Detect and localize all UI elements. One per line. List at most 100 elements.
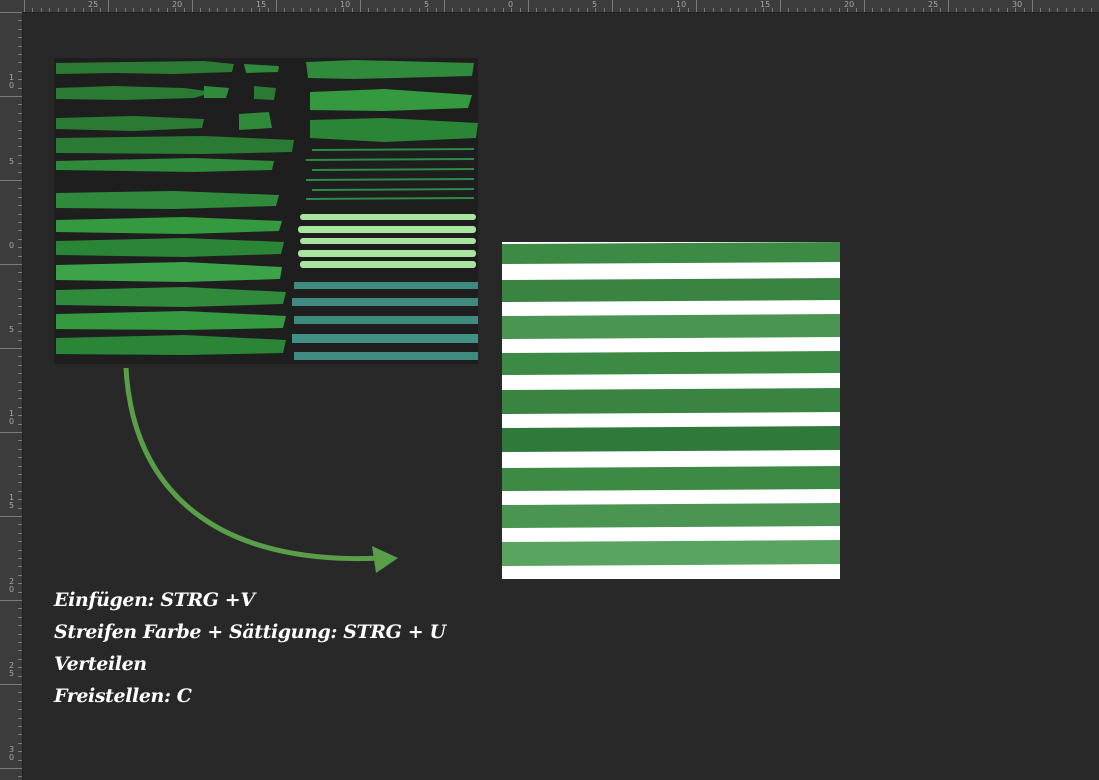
ruler-tick xyxy=(18,196,22,198)
ruler-tick xyxy=(964,8,966,12)
ruler-tick xyxy=(1048,8,1050,12)
ruler-tick xyxy=(18,717,22,719)
ruler-tick xyxy=(18,45,22,47)
ruler-tick xyxy=(763,8,765,12)
ruler-tick xyxy=(124,8,126,12)
ruler-tick xyxy=(18,490,22,492)
ruler-tick xyxy=(74,8,76,12)
ruler-tick xyxy=(0,264,22,265)
ruler-tick xyxy=(418,8,420,12)
ruler-tick xyxy=(586,8,588,12)
ruler-tick xyxy=(922,8,924,12)
ruler-tick xyxy=(18,280,22,282)
ruler-tick xyxy=(18,121,22,123)
ruler-tick xyxy=(528,0,529,12)
ruler-tick xyxy=(0,12,22,13)
ruler-tick xyxy=(628,8,630,12)
ruler-tick xyxy=(18,524,22,526)
ruler-tick xyxy=(18,549,22,551)
ruler-tick xyxy=(18,406,22,408)
ruler-top-label: 10 xyxy=(676,0,687,9)
ruler-tick xyxy=(18,650,22,652)
ruler-tick xyxy=(494,8,496,12)
ruler-tick xyxy=(754,8,756,12)
ruler-tick xyxy=(0,600,22,601)
ruler-tick xyxy=(18,700,22,702)
ruler-tick xyxy=(18,642,22,643)
ruler-tick xyxy=(18,20,22,22)
ruler-tick xyxy=(18,381,22,383)
ruler-tick xyxy=(18,390,22,391)
ruler-tick xyxy=(116,8,118,12)
instruction-line: Freistellen: C xyxy=(54,685,192,707)
ruler-tick xyxy=(696,0,697,12)
ruler-tick xyxy=(343,8,345,12)
ruler-tick xyxy=(18,558,22,559)
ruler-tick xyxy=(40,8,42,12)
ruler-tick xyxy=(822,8,823,12)
ruler-tick xyxy=(662,8,664,12)
ruler-tick xyxy=(1023,8,1025,12)
ruler-tick xyxy=(18,608,22,610)
ruler-tick xyxy=(49,8,51,12)
ruler-tick xyxy=(18,272,22,274)
ruler-tick xyxy=(368,8,370,12)
ruler-tick xyxy=(906,8,907,12)
ruler-left-label: 15 xyxy=(9,493,15,510)
ruler-tick xyxy=(18,532,22,534)
ruler-tick xyxy=(847,8,849,12)
ruler-tick xyxy=(393,8,395,12)
ruler-tick xyxy=(242,8,244,12)
ruler-tick xyxy=(208,8,210,12)
ruler-tick xyxy=(788,8,790,12)
ruler-tick xyxy=(32,8,34,12)
ruler-tick xyxy=(326,8,328,12)
ruler-tick xyxy=(855,8,857,12)
ruler-tick xyxy=(18,633,22,635)
ruler-tick xyxy=(18,146,22,148)
ruler-left-label: 30 xyxy=(9,745,15,762)
ruler-tick xyxy=(830,8,832,12)
ruler-tick xyxy=(18,163,22,165)
ruler-tick xyxy=(813,8,815,12)
ruler-tick xyxy=(18,255,22,257)
ruler-tick xyxy=(18,213,22,215)
ruler-top-label: 25 xyxy=(928,0,939,9)
ruler-tick xyxy=(18,62,22,64)
ruler-left[interactable]: 10 5 0 5 10 15 20 25 30 xyxy=(0,12,23,780)
ruler-tick xyxy=(18,726,22,727)
ruler-tick xyxy=(1006,8,1008,12)
ruler-tick xyxy=(259,8,261,12)
ruler-tick xyxy=(687,8,689,12)
ruler-tick xyxy=(318,8,319,12)
ruler-tick xyxy=(376,8,378,12)
ruler-tick xyxy=(18,306,22,307)
ruler-tick xyxy=(18,759,22,761)
ruler-tick xyxy=(18,356,22,358)
ruler-tick xyxy=(82,8,84,12)
ruler-tick xyxy=(654,8,655,12)
ruler-tick xyxy=(746,8,748,12)
ruler-top[interactable]: 25 20 15 10 5 0 5 10 15 20 25 30 xyxy=(0,0,1099,13)
stripe-pattern-image[interactable] xyxy=(502,242,840,579)
ruler-tick xyxy=(234,8,235,12)
instructions-text: Einfügen: STRG +V Streifen Farbe + Sätti… xyxy=(54,584,446,712)
brush-strokes-image[interactable] xyxy=(54,58,478,364)
ruler-tick xyxy=(612,0,613,12)
ruler-tick xyxy=(18,398,22,400)
ruler-tick xyxy=(18,465,22,467)
ruler-tick xyxy=(18,373,22,375)
round-brush-strokes xyxy=(306,60,478,142)
ruler-tick xyxy=(108,0,109,12)
ruler-tick xyxy=(18,322,22,324)
ruler-left-label: 10 xyxy=(9,73,15,90)
ruler-tick xyxy=(18,734,22,736)
ruler-tick xyxy=(18,37,22,39)
instruction-line: Einfügen: STRG +V xyxy=(54,589,255,611)
ruler-tick xyxy=(0,96,22,97)
ruler-top-label: 20 xyxy=(172,0,183,9)
ruler-tick xyxy=(200,8,202,12)
ruler-tick xyxy=(18,658,22,660)
ruler-tick xyxy=(880,8,882,12)
ruler-top-label: 15 xyxy=(760,0,771,9)
